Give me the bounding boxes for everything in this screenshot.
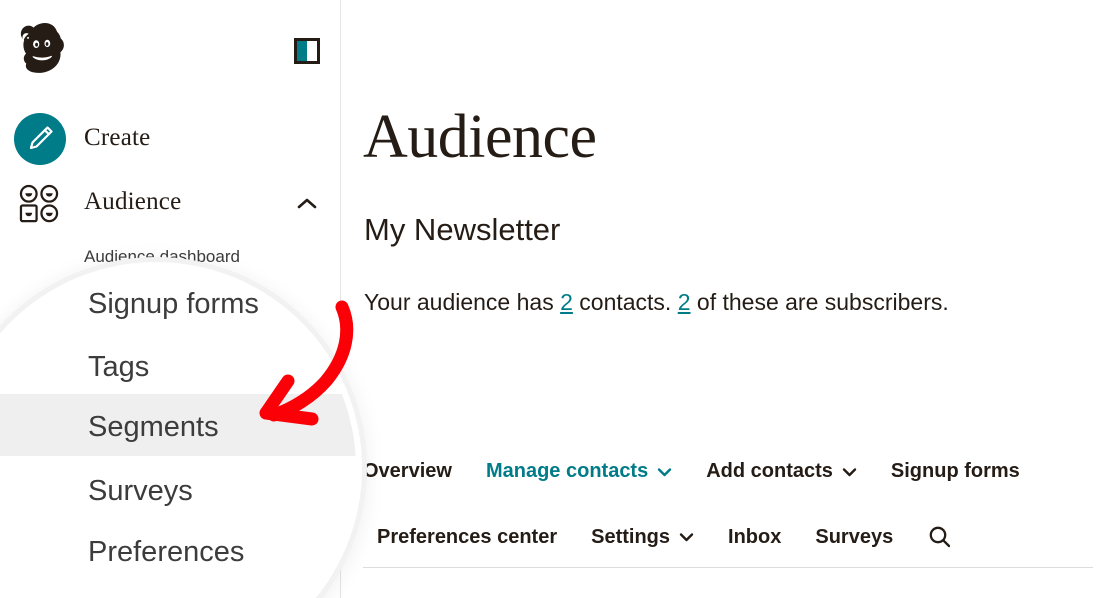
search-icon — [929, 526, 951, 548]
tab-signup-forms[interactable]: Signup forms — [891, 460, 1020, 483]
summary-text-2: contacts. — [572, 289, 678, 315]
tab-surveys[interactable]: Surveys — [815, 526, 893, 549]
summary-text-1: Your audience has — [364, 289, 561, 315]
sidebar-item-audience-dashboard[interactable]: Audience dashboard — [84, 247, 240, 267]
create-label: Create — [84, 124, 151, 151]
tab-manage-contacts-label: Manage contacts — [485, 460, 649, 482]
summary-text-3: of these are subscribers. — [690, 289, 949, 315]
audience-label: Audience — [84, 188, 182, 215]
tab-inbox[interactable]: Inbox — [728, 526, 781, 549]
tab-preferences-center-label: Preferences center — [377, 525, 558, 548]
pencil-icon — [29, 126, 53, 150]
chevron-up-icon[interactable] — [294, 196, 320, 212]
main-content: Audience My Newsletter Your audience has… — [341, 0, 1116, 598]
audience-list-name: My Newsletter — [364, 212, 561, 247]
magnifier-lens: Signup forms Tags Segments Surveys Prefe… — [0, 268, 356, 598]
chevron-down-icon — [842, 467, 857, 476]
tab-bar-row-1: Overview Manage contacts Add contacts Si… — [363, 460, 1054, 483]
tab-signup-forms-label: Signup forms — [890, 460, 1020, 482]
mailchimp-audience-screen: Create Audience Audience dashboard Signu… — [0, 0, 1116, 598]
audience-people-icon — [19, 184, 59, 223]
contacts-count-link[interactable]: 2 — [560, 289, 573, 315]
audience-summary: Your audience has 2 contacts. 2 of these… — [364, 289, 949, 316]
tab-overview-label: Overview — [363, 460, 452, 482]
tab-add-contacts[interactable]: Add contacts — [706, 460, 857, 483]
tab-settings[interactable]: Settings — [591, 526, 694, 549]
sidebar-toggle-fill — [297, 41, 307, 61]
create-circle — [14, 113, 66, 165]
sidebar-toggle-icon[interactable] — [294, 38, 320, 64]
sidebar-item-surveys[interactable]: Surveys — [88, 475, 193, 508]
mailchimp-freddie-logo — [20, 23, 64, 73]
sidebar-item-tags[interactable]: Tags — [88, 351, 149, 384]
sidebar-item-audience[interactable]: Audience — [0, 180, 340, 228]
subscribers-count-link[interactable]: 2 — [678, 289, 691, 315]
chevron-down-icon — [679, 533, 694, 542]
tab-settings-label: Settings — [591, 525, 671, 548]
tab-search-button[interactable] — [927, 524, 953, 550]
sidebar-item-create[interactable]: Create — [0, 110, 340, 170]
chevron-down-icon — [658, 467, 672, 476]
sidebar-item-segments[interactable]: Segments — [88, 411, 219, 444]
tab-add-contacts-label: Add contacts — [706, 460, 833, 482]
magnifier-lens-content: Signup forms Tags Segments Surveys Prefe… — [0, 268, 356, 598]
tabs-divider — [363, 567, 1093, 568]
tab-overview[interactable]: Overview — [363, 460, 452, 483]
sidebar-header — [0, 0, 340, 100]
sidebar-item-preferences[interactable]: Preferences — [88, 536, 244, 569]
sidebar-item-signup-forms[interactable]: Signup forms — [88, 288, 259, 321]
tab-inbox-label: Inbox — [728, 525, 782, 548]
tab-surveys-label: Surveys — [815, 525, 894, 548]
tab-bar-row-2: Preferences center Settings Inbox Survey… — [377, 524, 953, 550]
tab-manage-contacts[interactable]: Manage contacts — [486, 460, 672, 483]
page-title: Audience — [363, 103, 597, 171]
tab-preferences-center[interactable]: Preferences center — [377, 526, 557, 549]
